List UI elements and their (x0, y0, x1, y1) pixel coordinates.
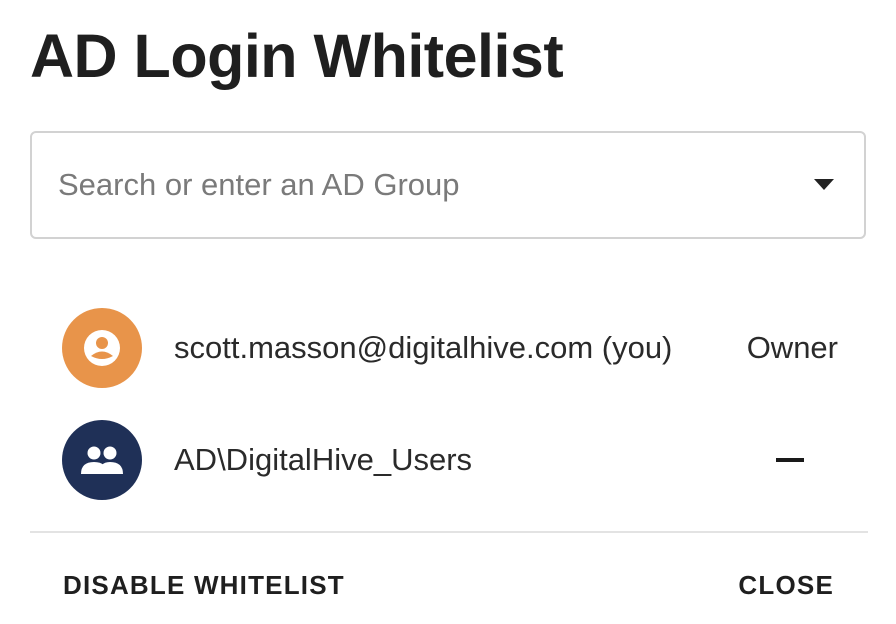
member-name: AD\DigitalHive_Users (174, 442, 473, 477)
remove-dash-icon[interactable] (776, 458, 804, 462)
close-button[interactable]: CLOSE (738, 562, 834, 608)
member-name: scott.masson@digitalhive.com (you) (174, 330, 673, 365)
user-circle-icon (62, 308, 142, 388)
member-role: Owner (746, 330, 838, 365)
user-group-icon (62, 420, 142, 500)
ad-group-search-input[interactable] (58, 133, 798, 237)
dialog-title: AD Login Whitelist (30, 22, 564, 90)
member-row-group: AD\DigitalHive_Users (30, 418, 866, 502)
ad-group-search-combobox[interactable] (30, 131, 866, 239)
disable-whitelist-button[interactable]: DISABLE WHITELIST (63, 562, 345, 608)
caret-down-icon[interactable] (814, 179, 834, 190)
whitelist-dialog: AD Login Whitelist scott.masson@digitalh… (0, 0, 896, 624)
footer-divider (30, 531, 868, 533)
member-row-owner: scott.masson@digitalhive.com (you) Owner (30, 306, 866, 390)
